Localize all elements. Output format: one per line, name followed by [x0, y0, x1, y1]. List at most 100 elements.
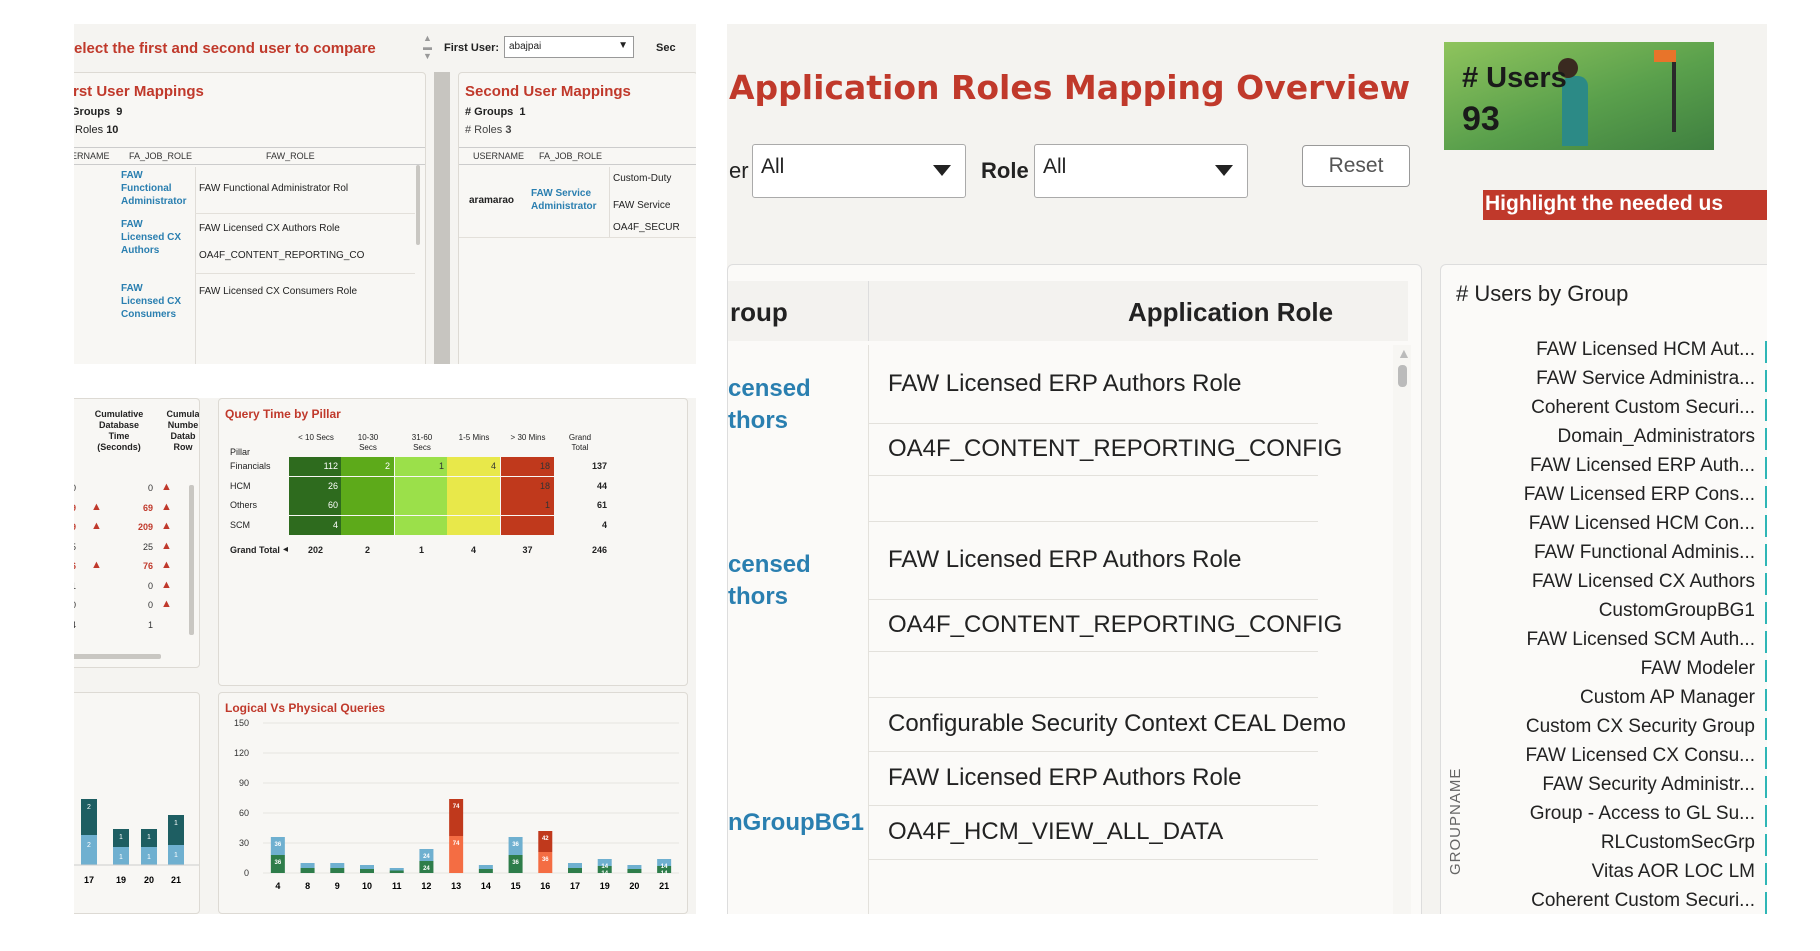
column-header: 10-30 Secs — [357, 433, 379, 452]
group-name-link[interactable]: censed thors — [728, 373, 811, 437]
first-user-value: abajpai — [509, 41, 542, 52]
bar-logical[interactable] — [627, 865, 642, 869]
group-bar[interactable] — [1765, 341, 1767, 363]
group-bar[interactable] — [1765, 892, 1767, 914]
group-bar[interactable] — [1765, 776, 1767, 798]
role-filter-select[interactable]: All — [1034, 144, 1248, 198]
bar-logical[interactable] — [389, 868, 404, 871]
heat-cell[interactable]: 26 — [289, 476, 342, 496]
roles-count: # Roles 3 — [465, 124, 512, 136]
heat-cell[interactable] — [395, 476, 448, 496]
heat-cell[interactable] — [501, 515, 554, 535]
heat-cell[interactable] — [447, 496, 500, 515]
bar-physical[interactable] — [478, 869, 493, 873]
bar-data-label: 42 — [542, 836, 549, 842]
grand-total-label: Grand Total — [230, 545, 280, 555]
grand-total-cell: 4 — [601, 519, 607, 530]
heat-cell[interactable] — [447, 515, 500, 535]
column-header: 1-5 Mins — [458, 433, 490, 442]
column-header: Grand Total — [568, 433, 592, 452]
bar-physical[interactable] — [300, 868, 315, 873]
heat-cell[interactable] — [395, 496, 448, 515]
group-bar[interactable] — [1765, 747, 1767, 769]
bar-logical[interactable] — [478, 865, 493, 869]
group-bar[interactable] — [1765, 631, 1767, 653]
group-name-label: Coherent Custom Securi... — [1531, 397, 1755, 418]
group-bar[interactable] — [1765, 689, 1767, 711]
group-name-link[interactable]: nGroupBG1 — [728, 807, 864, 839]
row-divider — [868, 805, 1318, 806]
users-tile[interactable]: # Users 93 — [1444, 42, 1714, 150]
heat-cell[interactable]: 60 — [289, 496, 342, 515]
heat-cell[interactable] — [447, 476, 500, 496]
group-bar[interactable] — [1765, 399, 1767, 421]
col-header: Cumulative Database Time (Seconds) — [94, 409, 144, 452]
heat-cell[interactable]: 1 — [501, 496, 554, 515]
group-bar[interactable] — [1765, 834, 1767, 856]
horizontal-scrollbar[interactable] — [74, 654, 161, 659]
heat-cell[interactable] — [341, 496, 394, 515]
job-role-link[interactable]: FAW Licensed CX Authors — [121, 218, 191, 257]
application-role-cell: OA4F_CONTENT_REPORTING_CONFIG — [888, 611, 1343, 638]
heat-cell[interactable] — [341, 476, 394, 496]
job-role-link[interactable]: FAW Functional Administrator — [121, 169, 191, 208]
reset-button[interactable]: Reset — [1302, 145, 1410, 187]
bar-logical[interactable] — [300, 863, 315, 868]
group-name-label: Coherent Custom Securi... — [1531, 890, 1755, 911]
axis-label: GROUPNAME — [1447, 767, 1464, 875]
heat-cell[interactable]: 18 — [501, 457, 554, 476]
group-name-label: FAW Security Administr... — [1542, 774, 1755, 795]
group-name-link[interactable]: censed thors — [728, 549, 811, 613]
vertical-scrollbar[interactable]: ▲ — [1393, 345, 1411, 914]
heat-cell[interactable] — [395, 515, 448, 535]
heat-cell[interactable]: 4 — [289, 515, 342, 535]
group-bar[interactable] — [1765, 370, 1767, 392]
bar-physical[interactable] — [568, 868, 582, 873]
scrollbar-thumb[interactable] — [189, 485, 194, 635]
group-filter-select[interactable]: All — [752, 144, 966, 198]
group-bar[interactable] — [1765, 486, 1767, 508]
bar-physical[interactable] — [360, 869, 374, 873]
job-role-link[interactable]: FAW Licensed CX Consumers — [121, 282, 191, 321]
bar-logical[interactable] — [360, 865, 374, 869]
heat-cell[interactable]: 1 — [395, 457, 448, 476]
heat-cell[interactable] — [341, 515, 394, 535]
collapse-icon[interactable]: ◂ — [283, 544, 288, 555]
group-bar[interactable] — [1765, 602, 1767, 624]
spinner-icon[interactable]: ▲ ▬ ▼ — [423, 34, 432, 64]
group-bar[interactable] — [1765, 428, 1767, 450]
left-dashboard-pane: elect the first and second user to compa… — [74, 24, 696, 914]
page-title: Application Roles Mapping Overview — [729, 68, 1411, 107]
group-bar[interactable] — [1765, 660, 1767, 682]
bar-physical[interactable] — [330, 868, 345, 873]
bar-logical[interactable] — [330, 863, 345, 868]
group-bar[interactable] — [1765, 718, 1767, 740]
heat-cell[interactable]: 4 — [447, 457, 500, 476]
group-bar[interactable] — [1765, 515, 1767, 537]
scroll-up-icon[interactable]: ▲ — [1397, 345, 1411, 361]
heat-cell[interactable]: 112 — [289, 457, 342, 476]
first-user-select[interactable]: abajpai ▼ — [504, 36, 634, 58]
group-bar[interactable] — [1765, 457, 1767, 479]
group-name-label: FAW Licensed ERP Cons... — [1523, 484, 1755, 505]
job-role-link[interactable]: FAW Service Administrator — [531, 187, 597, 213]
bar-physical[interactable] — [389, 870, 404, 874]
group-bar[interactable] — [1765, 805, 1767, 827]
cum-value-a: 9 — [74, 503, 76, 513]
bar-physical[interactable] — [627, 869, 642, 873]
row-divider — [868, 859, 1318, 860]
bar-data-label: 24 — [423, 854, 430, 860]
group-name-label: FAW Licensed CX Consu... — [1525, 745, 1755, 766]
heat-cell[interactable]: 2 — [341, 457, 394, 476]
y-tick-label: 90 — [239, 778, 249, 788]
vertical-scrollbar[interactable] — [434, 72, 450, 364]
scrollbar-thumb[interactable] — [1398, 365, 1407, 387]
mini-bar-bottom[interactable] — [81, 835, 97, 865]
scrollbar-thumb[interactable] — [416, 165, 420, 245]
group-bar[interactable] — [1765, 544, 1767, 566]
group-bar[interactable] — [1765, 573, 1767, 595]
column-header: > 30 Mins — [510, 433, 546, 442]
heat-cell[interactable]: 18 — [501, 476, 554, 496]
bar-logical[interactable] — [568, 863, 582, 868]
group-bar[interactable] — [1765, 863, 1767, 885]
